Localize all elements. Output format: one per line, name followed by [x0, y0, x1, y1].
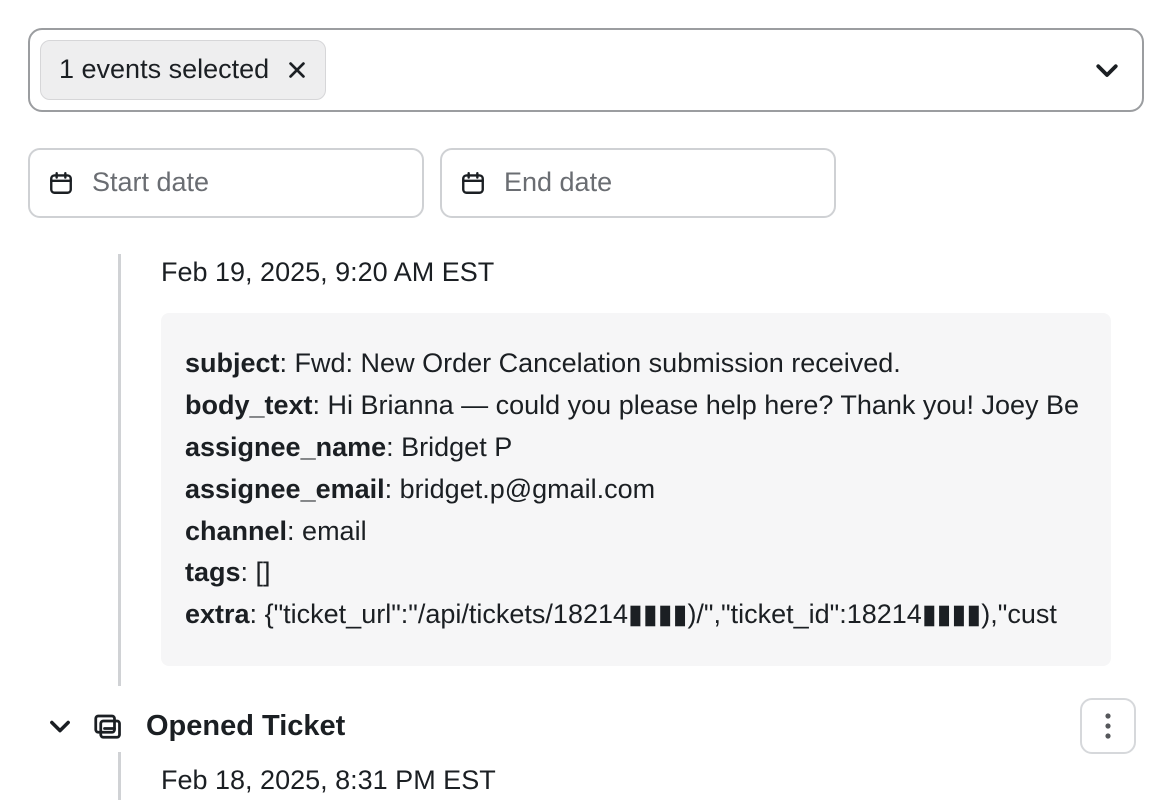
calendar-icon: [460, 170, 486, 196]
event-header: Opened Ticket: [44, 686, 1144, 754]
events-filter-select[interactable]: 1 events selected: [28, 28, 1144, 112]
field-value: Hi Brianna — could you please help here?…: [328, 390, 1079, 420]
start-date-input[interactable]: Start date: [28, 148, 424, 218]
event-title: Opened Ticket: [146, 706, 345, 747]
close-icon: [286, 59, 308, 81]
event-actions-button[interactable]: [1080, 698, 1136, 754]
chevron-down-icon: [46, 712, 74, 740]
event-timestamp: Feb 18, 2025, 8:31 PM EST: [161, 752, 1144, 800]
start-date-placeholder: Start date: [92, 164, 209, 202]
end-date-placeholder: End date: [504, 164, 612, 202]
event-detail-card: subject: Fwd: New Order Cancelation subm…: [161, 313, 1111, 666]
event-item: Feb 19, 2025, 9:20 AM EST subject: Fwd: …: [118, 254, 1144, 686]
clear-chip-button[interactable]: [283, 56, 311, 84]
field-key: assignee_name: [185, 432, 386, 462]
field-key: tags: [185, 557, 241, 587]
chevron-down-icon: [1092, 55, 1122, 85]
field-key: channel: [185, 516, 287, 546]
field-value: email: [302, 516, 367, 546]
field-key: assignee_email: [185, 474, 385, 504]
field-key: extra: [185, 599, 250, 629]
events-timeline: Feb 19, 2025, 9:20 AM EST subject: Fwd: …: [114, 254, 1144, 800]
field-value: bridget.p@gmail.com: [400, 474, 656, 504]
event-item: Feb 18, 2025, 8:31 PM EST: [118, 752, 1144, 800]
more-vertical-icon: [1104, 712, 1112, 740]
date-range-row: Start date End date: [28, 148, 1144, 218]
field-value: []: [256, 557, 271, 587]
selected-events-chip-label: 1 events selected: [59, 51, 269, 89]
field-key: body_text: [185, 390, 313, 420]
event-timestamp: Feb 19, 2025, 9:20 AM EST: [161, 254, 1144, 292]
field-value: {"ticket_url":"/api/tickets/18214▮▮▮▮)/"…: [265, 599, 1057, 629]
collapse-toggle[interactable]: [44, 710, 76, 742]
selected-events-chip: 1 events selected: [40, 40, 326, 100]
field-value: Bridget P: [401, 432, 512, 462]
ticket-icon: [90, 709, 124, 743]
field-value: Fwd: New Order Cancelation submission re…: [295, 348, 901, 378]
calendar-icon: [48, 170, 74, 196]
filter-dropdown-toggle[interactable]: [1090, 53, 1124, 87]
end-date-input[interactable]: End date: [440, 148, 836, 218]
field-key: subject: [185, 348, 280, 378]
